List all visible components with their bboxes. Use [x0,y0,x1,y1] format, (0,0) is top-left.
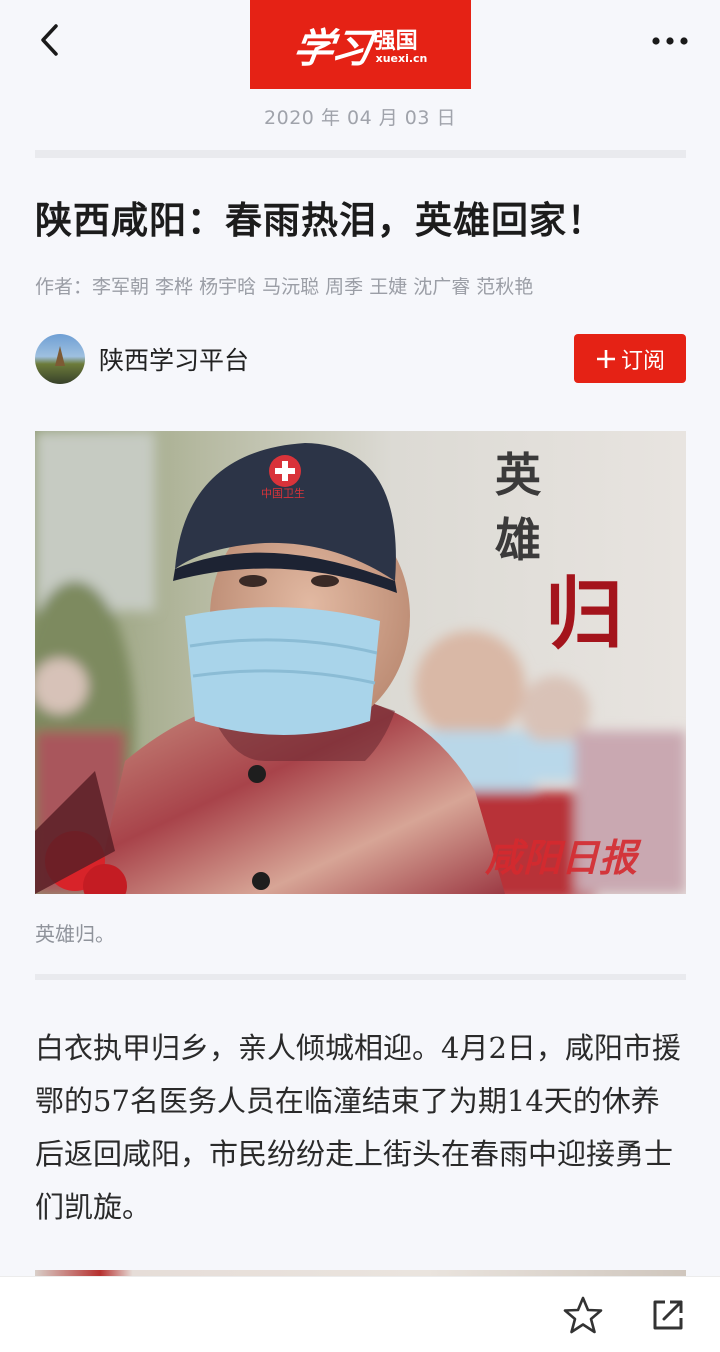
logo-url-text: xuexi.cn [375,51,428,65]
logo-script-text: 学习 [289,24,373,72]
source-avatar[interactable] [35,334,85,384]
top-navigation-bar: 学习 强国 xuexi.cn 2020 年 04 月 03 日 [0,0,720,140]
xuexi-logo: 学习 强国 xuexi.cn [250,0,471,89]
source-channel[interactable]: 陕西学习平台 [35,333,249,385]
external-link-icon [653,1300,683,1330]
header-divider [35,150,686,158]
overlay-char-3: 归 [545,569,623,660]
cap-embroidery: 中国卫生 [261,486,305,500]
overlay-char-2: 雄 [495,513,541,567]
logo-cn-text: 强国 [373,28,418,54]
favorite-button[interactable] [561,1293,605,1337]
source-name[interactable]: 陕西学习平台 [99,341,249,377]
plus-icon [596,349,615,368]
article-authors: 作者：李军朝 李桦 杨宇晗 马沅聪 周季 王婕 沈广睿 范秋艳 [35,276,534,298]
newspaper-watermark: 咸阳日报 [485,835,642,880]
share-button[interactable] [646,1293,690,1337]
bottom-action-bar [0,1276,720,1352]
more-options-button[interactable] [650,26,690,56]
subscribe-label: 订阅 [620,348,665,374]
article-photo[interactable]: 中国卫生 英 雄 归 咸阳日报 [35,431,686,894]
more-horizontal-icon [652,37,688,45]
caption-divider [35,974,686,980]
star-outline-icon [563,1296,603,1334]
back-button[interactable] [30,18,70,62]
chevron-left-icon [41,24,58,56]
overlay-char-1: 英 [495,448,542,502]
article-title: 陕西咸阳：春雨热泪，英雄回家！ [35,198,605,242]
hero-photo-illustration: 中国卫生 英 雄 归 咸阳日报 [35,431,686,894]
publish-date: 2020 年 04 月 03 日 [264,107,456,129]
subscribe-button[interactable]: 订阅 [574,334,686,383]
article-paragraph: 白衣执甲归乡，亲人倾城相迎。4月2日，咸阳市援鄂的57名医务人员在临潼结束了为期… [35,1031,681,1224]
pagoda-icon [55,346,65,366]
photo-caption: 英雄归。 [35,922,115,946]
